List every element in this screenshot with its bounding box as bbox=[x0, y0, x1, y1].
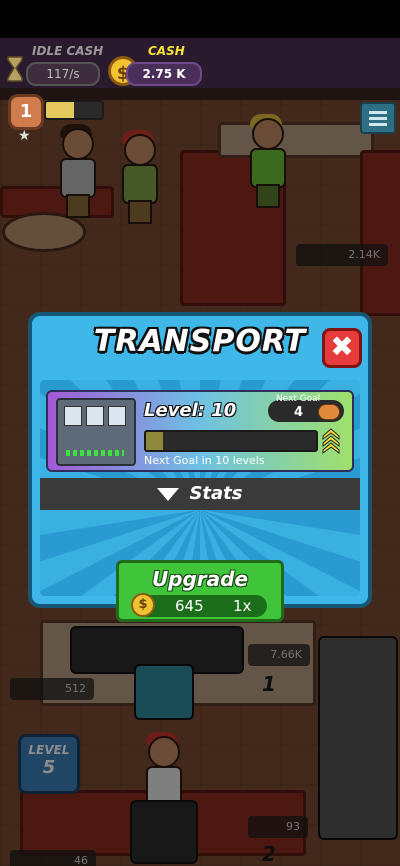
upgrade-cost-value: 645 bbox=[175, 597, 204, 615]
transport-machine-icon bbox=[56, 398, 136, 466]
upgrade-cost: $ 645 1x bbox=[131, 593, 267, 617]
upgrade-multiplier[interactable]: 1x bbox=[233, 597, 251, 615]
player-level-badge[interactable]: 1 bbox=[8, 94, 44, 130]
level-card: Level: 10 Next Goal 4 Next Goal in 10 le… bbox=[46, 390, 354, 472]
stats-label: Stats bbox=[189, 483, 243, 504]
next-goal-caption: Next Goal in 10 levels bbox=[144, 454, 265, 467]
modal-title: TRANSPORT bbox=[93, 324, 307, 359]
coin-icon: $ bbox=[131, 593, 155, 617]
hourglass-icon bbox=[7, 56, 23, 82]
chevrons-up-icon bbox=[322, 428, 340, 454]
xp-progress-fill bbox=[46, 102, 74, 118]
upgrade-label: Upgrade bbox=[151, 567, 249, 591]
menu-button[interactable] bbox=[360, 102, 396, 134]
bread-icon bbox=[318, 404, 340, 420]
next-goal-box: Next Goal 4 bbox=[268, 394, 344, 422]
upgrade-button[interactable]: Upgrade $ 645 1x bbox=[116, 560, 284, 622]
next-goal-label: Next Goal bbox=[275, 394, 321, 404]
next-goal-value: 4 bbox=[294, 405, 304, 420]
triangle-down-icon bbox=[157, 487, 180, 501]
level-progress-fill bbox=[146, 432, 163, 450]
level-progress-bar bbox=[144, 430, 318, 452]
star-icon: ★ bbox=[18, 128, 31, 144]
close-button[interactable]: ✖ bbox=[322, 328, 362, 368]
stats-toggle[interactable]: Stats bbox=[40, 478, 360, 510]
xp-progress-bar bbox=[44, 100, 104, 120]
idle-cash-value: 117/s bbox=[26, 62, 100, 86]
cash-label: CASH bbox=[148, 44, 185, 58]
cash-value: 2.75 K bbox=[126, 62, 202, 86]
level-text: Level: 10 bbox=[144, 400, 237, 421]
status-bar bbox=[0, 0, 400, 38]
idle-cash-label: IDLE CASH bbox=[32, 44, 104, 58]
top-hud: IDLE CASH 117/s $ CASH 2.75 K bbox=[0, 38, 400, 88]
